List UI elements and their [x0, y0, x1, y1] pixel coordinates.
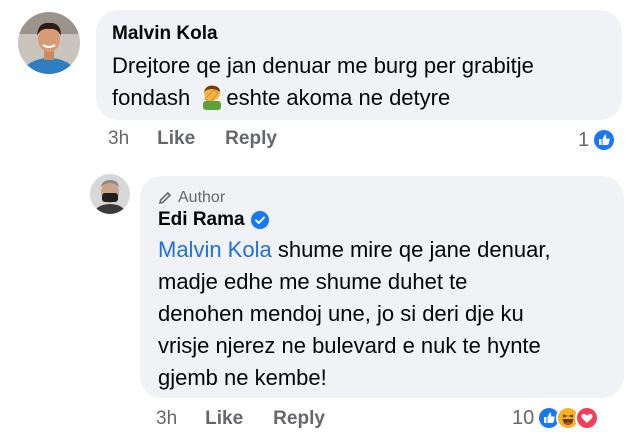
love-icon	[575, 406, 600, 430]
reply-button[interactable]: Reply	[225, 128, 277, 150]
mention-link[interactable]: Malvin Kola	[158, 237, 272, 262]
pencil-icon	[158, 191, 172, 205]
comment-text-segment: eshte akoma ne detyre	[226, 85, 451, 110]
avatar[interactable]	[90, 174, 130, 214]
avatar[interactable]	[18, 12, 80, 74]
comment-author-name[interactable]: Malvin Kola	[112, 22, 218, 46]
reply-text-line: Malvin Kola shume mire qe jane denuar,	[158, 234, 608, 266]
reply-text-line: gjemb ne kembe!	[158, 365, 327, 390]
like-button[interactable]: Like	[157, 128, 195, 150]
reaction-count: 10	[512, 406, 535, 429]
reply-button[interactable]: Reply	[273, 408, 325, 430]
facepalm-emoji-icon	[200, 84, 224, 110]
reply-timestamp[interactable]: 3h	[156, 408, 177, 430]
comment-bubble: Malvin Kola Drejtore qe jan denuar me bu…	[96, 10, 622, 120]
comment-text: Drejtore qe jan denuar me burg per grabi…	[112, 50, 606, 114]
author-badge-label: Author	[178, 189, 226, 206]
reply-author-name-text: Edi Rama	[158, 209, 245, 230]
reply-text: Malvin Kola shume mire qe jane denuar, m…	[158, 234, 608, 394]
reaction-count: 1	[578, 128, 590, 151]
like-button[interactable]: Like	[205, 408, 243, 430]
reply-actions: 3h Like Reply	[156, 408, 355, 430]
author-badge: Author	[158, 188, 608, 208]
comment-actions: 3h Like Reply	[108, 128, 307, 150]
reply-text-line: vrisje njerez ne bulevard e nuk te hynte	[158, 333, 541, 358]
comment-thread: Malvin Kola Drejtore qe jan denuar me bu…	[0, 0, 640, 440]
comment-timestamp[interactable]: 3h	[108, 128, 129, 150]
reactions-summary[interactable]: 10	[512, 406, 600, 430]
reply-text-line: madje edhe me shume duhet te	[158, 269, 468, 294]
reply-author-name[interactable]: Edi Rama	[158, 208, 269, 232]
comment-text-line: fondash eshte akoma ne detyre	[112, 82, 606, 114]
comment-text-segment: fondash	[112, 85, 197, 110]
verified-badge-icon	[250, 211, 269, 229]
reply-bubble: Author Edi Rama Malvin Kola shume mire q…	[140, 176, 624, 398]
comment-text-line: Drejtore qe jan denuar me burg per grabi…	[112, 53, 534, 78]
reply-text-segment: shume mire qe jane denuar,	[271, 237, 551, 262]
reactions-summary[interactable]: 1	[578, 128, 617, 152]
like-icon	[592, 128, 617, 152]
reply-text-line: denohen mendoj une, jo si deri dje ku	[158, 301, 524, 326]
